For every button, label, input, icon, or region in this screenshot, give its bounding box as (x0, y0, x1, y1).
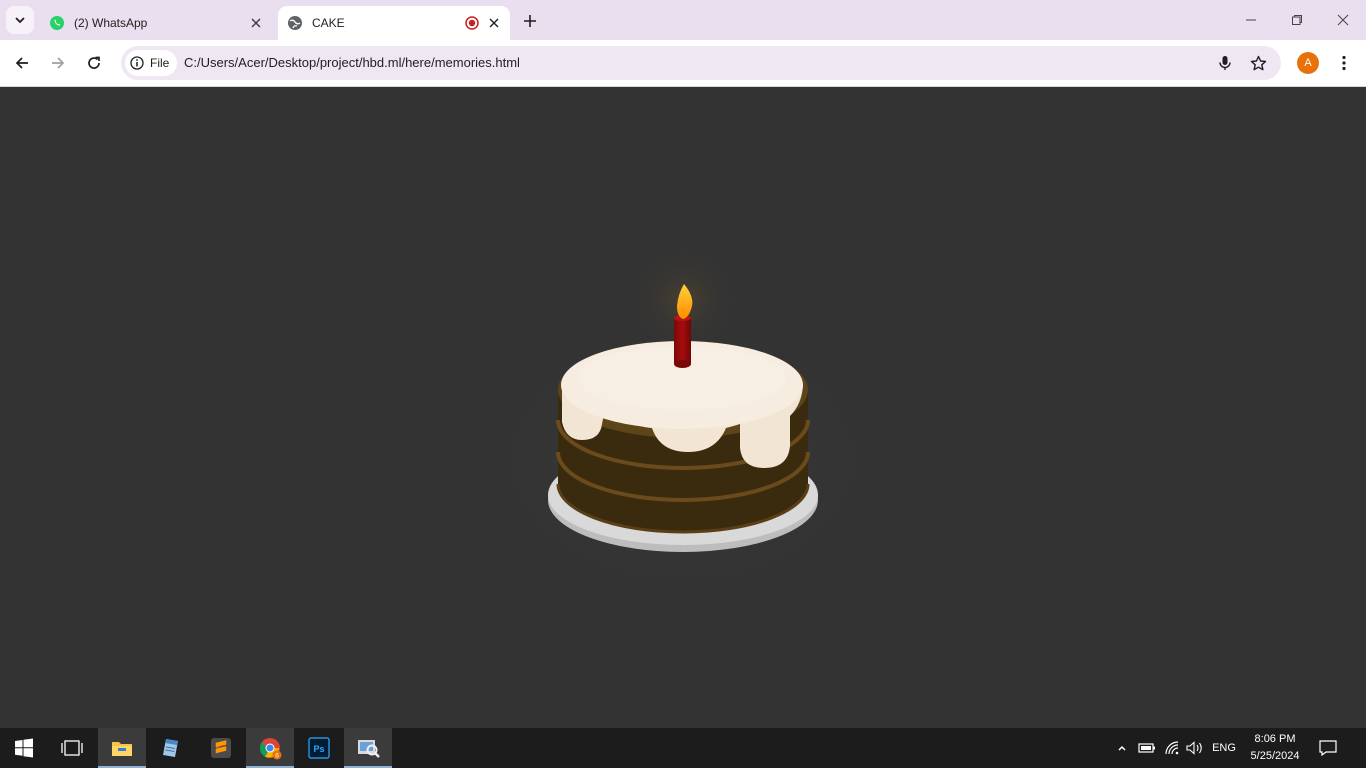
restore-button[interactable] (1274, 0, 1320, 40)
globe-icon (287, 15, 303, 31)
image-viewer-icon[interactable] (344, 728, 392, 768)
chevron-down-icon (15, 17, 25, 24)
whatsapp-icon (49, 15, 65, 31)
browser-menu-button[interactable] (1332, 48, 1356, 78)
notepad-icon[interactable] (147, 728, 195, 768)
address-bar[interactable]: File C:/Users/Acer/Desktop/project/hbd.m… (121, 46, 1281, 80)
task-view-icon[interactable] (48, 728, 96, 768)
recording-icon (464, 15, 480, 31)
bookmark-star-icon[interactable] (1247, 52, 1269, 74)
sublime-text-icon[interactable] (197, 728, 245, 768)
scheme-label: File (150, 56, 170, 70)
close-tab-icon[interactable] (246, 13, 266, 33)
plus-icon (524, 15, 536, 27)
chrome-icon[interactable]: 6 (246, 728, 294, 768)
new-tab-button[interactable] (518, 9, 542, 33)
microphone-icon[interactable] (1214, 52, 1236, 74)
svg-text:Ps: Ps (313, 744, 324, 754)
clock-time: 8:06 PM (1254, 733, 1296, 745)
reload-icon (88, 56, 100, 69)
windows-taskbar: 6 Ps ENG 8:06 PM 5/25/2024 (0, 728, 1366, 768)
page-content (0, 87, 1366, 728)
browser-toolbar: File C:/Users/Acer/Desktop/project/hbd.m… (0, 40, 1366, 87)
file-explorer-icon[interactable] (98, 728, 146, 768)
tab-search-button[interactable] (6, 6, 34, 34)
tab-title: (2) WhatsApp (74, 16, 148, 30)
more-vertical-icon (1342, 55, 1346, 71)
restore-icon (1292, 15, 1302, 25)
taskbar-clock[interactable]: 8:06 PM 5/25/2024 (1240, 731, 1310, 765)
info-icon (130, 56, 144, 70)
minimize-button[interactable] (1228, 0, 1274, 40)
photoshop-icon[interactable]: Ps (295, 728, 343, 768)
arrow-left-icon (15, 57, 28, 69)
show-hidden-icons-chevron-up-icon[interactable] (1114, 728, 1130, 768)
chrome-badge-count: 6 (275, 752, 279, 759)
wifi-icon[interactable] (1162, 728, 1184, 768)
forward-button[interactable] (43, 48, 73, 78)
tab-strip: (2) WhatsApp CAKE (0, 0, 1366, 40)
battery-icon[interactable] (1136, 728, 1158, 768)
back-button[interactable] (7, 48, 37, 78)
clock-date: 5/25/2024 (1250, 750, 1300, 762)
url-text[interactable]: C:/Users/Acer/Desktop/project/hbd.ml/her… (184, 46, 520, 80)
volume-icon[interactable] (1184, 728, 1206, 768)
birthday-cake-illustration (483, 245, 883, 600)
tab-whatsapp[interactable]: (2) WhatsApp (40, 6, 272, 40)
tab-title: CAKE (312, 16, 345, 30)
minimize-icon (1246, 19, 1256, 21)
tab-cake[interactable]: CAKE (278, 6, 510, 40)
windows-start-icon[interactable] (0, 728, 48, 768)
language-indicator[interactable]: ENG (1208, 728, 1240, 768)
arrow-right-icon (52, 57, 65, 69)
close-window-button[interactable] (1320, 0, 1366, 40)
reload-button[interactable] (79, 48, 109, 78)
profile-avatar[interactable]: A (1297, 52, 1319, 74)
close-icon (1337, 14, 1349, 26)
notification-center-icon[interactable] (1316, 728, 1340, 768)
close-tab-icon[interactable] (484, 13, 504, 33)
site-info-chip[interactable]: File (125, 50, 177, 76)
